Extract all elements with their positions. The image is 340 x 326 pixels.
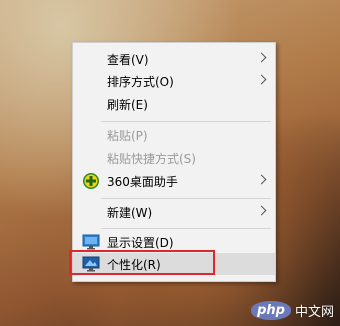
highlight-annotation-box <box>69 250 215 275</box>
php-logo: php <box>251 301 291 320</box>
menu-item-label: 显示设置(D) <box>107 235 174 250</box>
menu-item-paste-shortcut: 粘贴快捷方式(S) <box>73 147 275 169</box>
menu-item-view[interactable]: 查看(V) <box>73 48 275 70</box>
menu-item-label: 查看(V) <box>107 52 149 67</box>
menu-item-360-desktop-assistant[interactable]: 360桌面助手 <box>73 170 275 192</box>
menu-item-label: 粘贴快捷方式(S) <box>107 151 196 166</box>
watermark-text: 中文网 <box>294 305 334 320</box>
chevron-right-icon <box>256 52 267 63</box>
menu-item-new[interactable]: 新建(W) <box>73 201 275 223</box>
chevron-right-icon <box>256 174 267 185</box>
menu-item-paste: 粘贴(P) <box>73 124 275 146</box>
menu-separator <box>101 198 271 199</box>
menu-item-label: 刷新(E) <box>107 97 148 112</box>
site-watermark: php 中文网 <box>251 301 334 320</box>
menu-separator <box>101 121 271 122</box>
menu-item-sort-by[interactable]: 排序方式(O) <box>73 70 275 92</box>
menu-item-label: 排序方式(O) <box>107 74 174 89</box>
chevron-right-icon <box>256 205 267 216</box>
menu-item-label: 粘贴(P) <box>107 128 148 143</box>
menu-separator <box>101 228 271 229</box>
menu-item-refresh[interactable]: 刷新(E) <box>73 93 275 115</box>
chevron-right-icon <box>256 74 267 85</box>
display-settings-icon <box>82 234 100 250</box>
360-assistant-icon <box>83 173 99 189</box>
menu-item-label: 新建(W) <box>107 205 153 220</box>
menu-item-label: 360桌面助手 <box>107 174 178 189</box>
desktop-context-menu: 查看(V) 排序方式(O) 刷新(E) 粘贴(P) 粘贴快捷方式(S) 360桌… <box>72 42 276 282</box>
